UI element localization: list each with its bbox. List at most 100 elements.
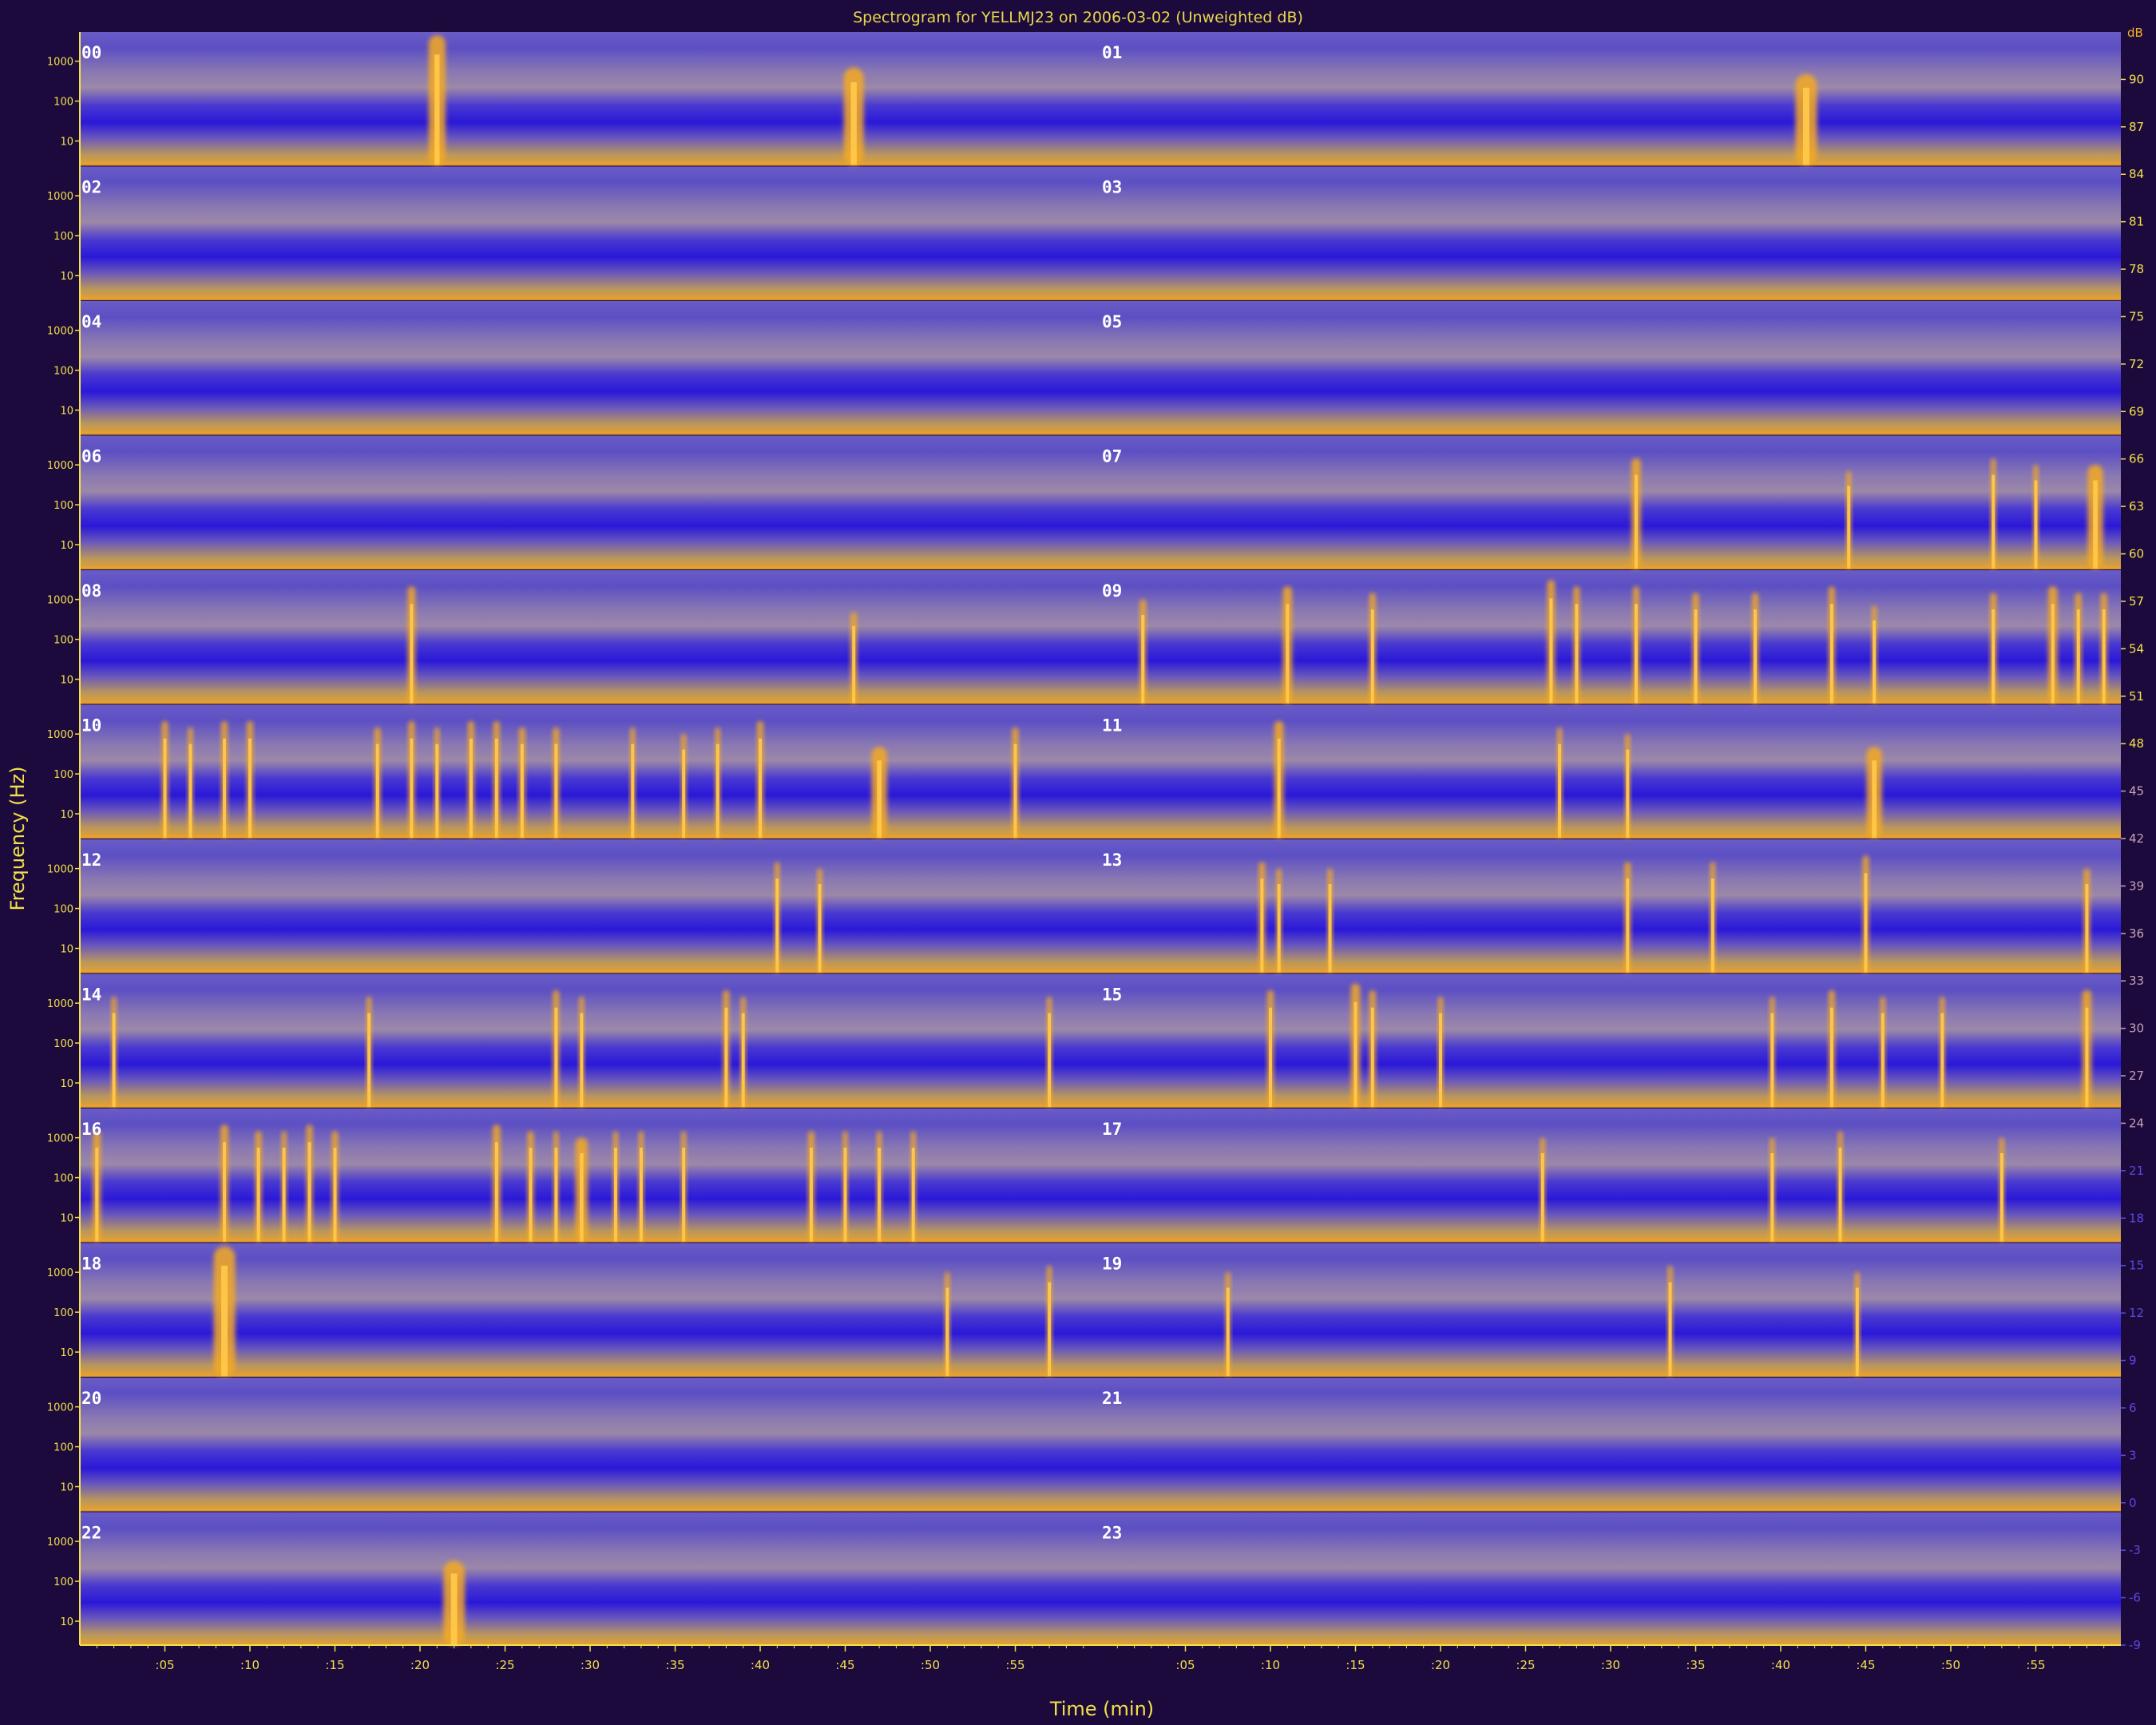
hour-label-08: 08 xyxy=(81,581,101,601)
hour-label-10: 10 xyxy=(81,716,101,736)
event-core xyxy=(1838,1148,1842,1242)
freq-tick-label: 100 xyxy=(54,366,73,378)
freq-tick-label: 10 xyxy=(60,406,73,418)
time-tick-label: :50 xyxy=(1941,1658,1960,1672)
event-core xyxy=(1992,609,1995,704)
event-core xyxy=(554,1007,558,1107)
spectrogram-panel-03 xyxy=(1100,166,2121,299)
event-core xyxy=(1048,1013,1052,1107)
event-core xyxy=(1881,1013,1885,1107)
freq-tick-label: 1000 xyxy=(47,729,73,741)
event-core xyxy=(580,1153,584,1242)
hour-label-23: 23 xyxy=(1102,1524,1122,1543)
db-tick-label: 24 xyxy=(2129,1116,2144,1130)
hour-label-07: 07 xyxy=(1102,447,1122,466)
row-separator xyxy=(80,700,2121,704)
event-core xyxy=(2076,609,2080,704)
hour-label-02: 02 xyxy=(81,178,101,197)
spectrogram-panel-01 xyxy=(1100,32,2121,165)
hour-label-17: 17 xyxy=(1102,1120,1122,1139)
event-core xyxy=(2093,480,2098,569)
freq-tick-label: 100 xyxy=(54,635,73,647)
row-separator xyxy=(80,566,2121,569)
row-separator xyxy=(80,297,2121,300)
event-core xyxy=(1694,609,1698,704)
hour-label-11: 11 xyxy=(1102,716,1122,736)
db-tick-label: 42 xyxy=(2129,831,2144,846)
row-separator xyxy=(80,431,2121,435)
time-tick-label: :15 xyxy=(325,1658,344,1672)
event-core xyxy=(1353,1001,1357,1107)
event-core xyxy=(2051,604,2055,704)
db-tick-label: 36 xyxy=(2129,926,2144,941)
db-tick-label: 12 xyxy=(2129,1306,2144,1320)
freq-tick-label: 1000 xyxy=(47,998,73,1010)
chart-svg: Spectrogram for YELLMJ23 on 2006-03-02 (… xyxy=(6,9,2144,1720)
db-tick-label: 90 xyxy=(2129,72,2144,86)
freq-tick-label: 10 xyxy=(60,1616,73,1628)
event-core xyxy=(95,1148,99,1242)
spectrogram-panel-10 xyxy=(80,704,1100,838)
freq-tick-label: 100 xyxy=(54,1442,73,1454)
time-tick-label: :45 xyxy=(1856,1658,1875,1672)
event-core xyxy=(554,744,558,838)
spectrogram-panel-04 xyxy=(80,301,1100,434)
hour-label-00: 00 xyxy=(81,43,101,62)
hour-label-21: 21 xyxy=(1102,1389,1122,1408)
event-core xyxy=(1269,1007,1272,1107)
freq-tick-label: 10 xyxy=(60,944,73,956)
event-core xyxy=(1277,738,1281,838)
spectrogram-panel-14 xyxy=(80,974,1100,1107)
spectrogram-chart: Spectrogram for YELLMJ23 on 2006-03-02 (… xyxy=(0,0,2156,1725)
db-tick-label: 66 xyxy=(2129,452,2144,466)
freq-tick-label: 100 xyxy=(54,1307,73,1319)
frequency-ticks-layer: 1000 100 10 1000 100 10 1000 100 10 1000 100 10 1000… xyxy=(47,57,80,1628)
row-separator xyxy=(80,1374,2121,1377)
event-core xyxy=(1013,744,1017,838)
db-tick-label: 27 xyxy=(2129,1069,2144,1083)
event-core xyxy=(1847,486,1851,569)
event-core xyxy=(1864,873,1868,973)
spectrogram-panel-07 xyxy=(1100,435,2121,569)
db-tick-label: 63 xyxy=(2129,499,2144,514)
hour-label-18: 18 xyxy=(81,1255,101,1274)
db-tick-label: 18 xyxy=(2129,1211,2144,1225)
event-core xyxy=(775,878,779,973)
freq-tick-label: 1000 xyxy=(47,1133,73,1145)
event-core xyxy=(613,1148,617,1242)
row-separator xyxy=(80,835,2121,839)
db-ticks-layer: 9087848178757269666360575451484542393633… xyxy=(2121,72,2144,1652)
event-core xyxy=(248,738,252,838)
event-core xyxy=(878,1148,882,1242)
event-core xyxy=(1370,1007,1374,1107)
hour-label-05: 05 xyxy=(1102,312,1122,331)
hour-label-13: 13 xyxy=(1102,851,1122,870)
event-core xyxy=(631,744,635,838)
event-core xyxy=(221,1265,228,1376)
event-core xyxy=(2085,884,2089,973)
event-core xyxy=(2102,609,2106,704)
freq-tick-label: 1000 xyxy=(47,864,73,876)
hour-label-20: 20 xyxy=(81,1389,101,1408)
event-core xyxy=(450,1573,458,1645)
freq-tick-label: 1000 xyxy=(47,1402,73,1414)
event-core xyxy=(554,1148,558,1242)
db-tick-label: 45 xyxy=(2129,784,2144,799)
freq-tick-label: 100 xyxy=(54,1173,73,1185)
db-tick-label: 0 xyxy=(2129,1496,2137,1510)
time-tick-label: :40 xyxy=(1771,1658,1790,1672)
event-core xyxy=(741,1013,745,1107)
event-core xyxy=(1872,760,1877,838)
hour-label-14: 14 xyxy=(81,985,101,1005)
spectrogram-panel-15 xyxy=(1100,974,2121,1107)
db-tick-label: 15 xyxy=(2129,1259,2144,1273)
db-tick-label: 48 xyxy=(2129,736,2144,751)
event-core xyxy=(809,1148,813,1242)
event-core xyxy=(911,1148,915,1242)
event-core xyxy=(1855,1287,1859,1376)
event-core xyxy=(1439,1013,1442,1107)
spectrogram-panel-13 xyxy=(1100,839,2121,973)
hour-label-06: 06 xyxy=(81,447,101,466)
time-tick-label: :55 xyxy=(1005,1658,1024,1672)
db-tick-label: -9 xyxy=(2129,1638,2141,1652)
